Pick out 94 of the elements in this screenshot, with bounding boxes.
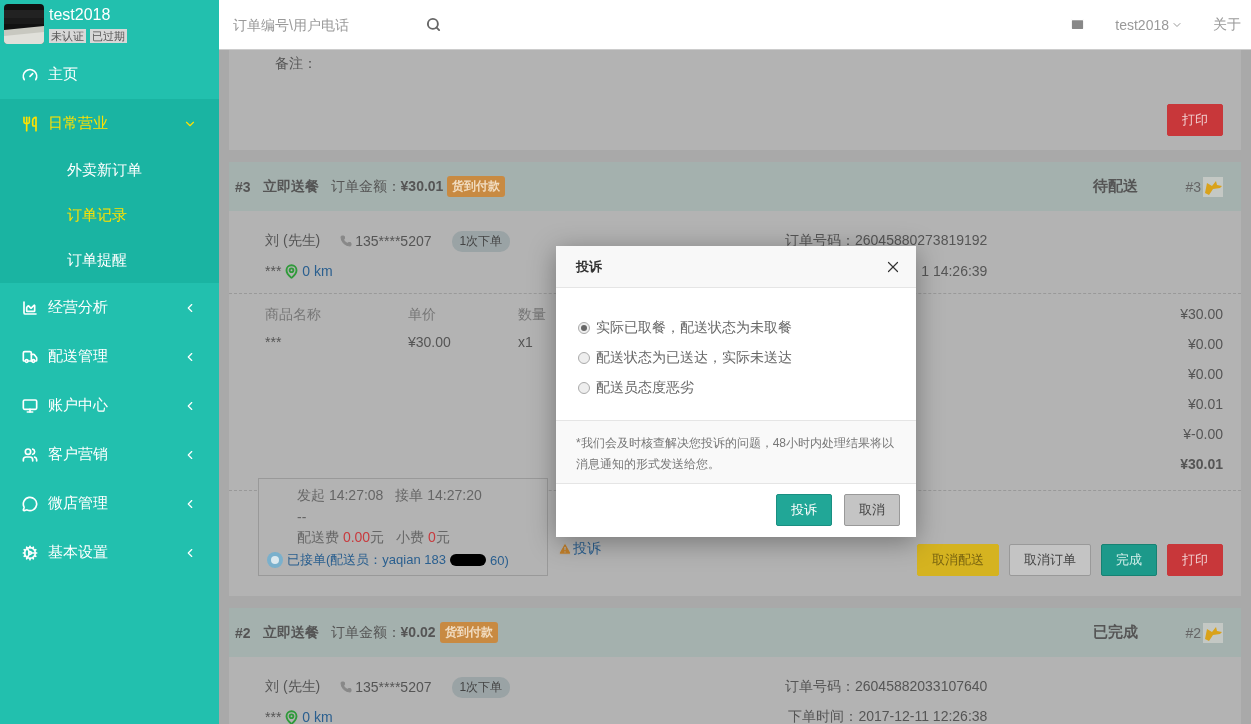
sidebar-item[interactable]: 日常营业 xyxy=(0,99,219,148)
order-type: 立即送餐 xyxy=(262,177,319,196)
location-pin-icon xyxy=(284,709,300,724)
utensils-icon xyxy=(22,115,38,132)
placeholder-dash: -- xyxy=(297,509,307,525)
accept-time: 接单 14:27:20 xyxy=(395,487,482,505)
print-button[interactable]: 打印 xyxy=(1167,104,1223,136)
fee-amount: ¥-0.00 xyxy=(1183,426,1223,444)
action-button[interactable]: 打印 xyxy=(1167,544,1223,576)
area-chart-icon xyxy=(22,299,38,316)
table-cell-text: x1 xyxy=(518,334,534,350)
sidebar-item[interactable]: 主页 xyxy=(0,50,219,99)
order-amount: 订单金额：¥30.01 xyxy=(330,177,444,196)
status-dot-icon xyxy=(267,552,283,568)
order-time-text: 下单时间：2017-12-11 12:26:38 xyxy=(788,708,988,724)
warning-icon xyxy=(558,542,572,556)
order-amount: 订单金额：¥0.02 xyxy=(330,623,436,642)
sequence-number: #2 xyxy=(1185,624,1201,641)
customer-name: 刘 (先生) xyxy=(265,232,321,250)
monitor-icon xyxy=(22,397,38,414)
start-time: 发起 14:27:08 xyxy=(297,487,384,505)
courier-status: 60) xyxy=(489,552,509,568)
column-header: 单价 xyxy=(408,306,437,324)
sidebar-item[interactable]: 账户中心 xyxy=(0,381,219,430)
status-badge: 已过期 xyxy=(90,29,127,43)
chat-icon xyxy=(22,495,38,512)
address-text: *** xyxy=(265,709,282,724)
about-link[interactable]: 关于 xyxy=(1213,15,1241,34)
address-text: *** xyxy=(265,263,282,279)
sidebar-item[interactable]: 经营分析 xyxy=(0,283,219,332)
order-number: #3 xyxy=(235,178,251,195)
action-button[interactable]: 取消订单 xyxy=(1009,544,1091,576)
phone-number: 135****5207 xyxy=(355,233,432,249)
fee-amount: ¥0.01 xyxy=(1187,396,1223,414)
dialog-title: 投诉 xyxy=(576,257,602,276)
order-count-tag: 1次下单 xyxy=(451,676,511,698)
note-label: 备注： xyxy=(275,55,318,73)
fee-amount: ¥30.00 xyxy=(1180,306,1223,324)
customer-name: 刘 (先生) xyxy=(265,678,321,696)
sidebar-subitem[interactable]: 订单记录 xyxy=(0,193,219,238)
sidebar-subitem[interactable]: 外卖新订单 xyxy=(0,148,219,193)
cancel-button[interactable]: 取消 xyxy=(844,494,900,526)
sequence-number: #3 xyxy=(1185,178,1201,195)
courier-status: 已接单(配送员：yaqian 183 xyxy=(287,551,446,569)
submit-button[interactable]: 投诉 xyxy=(776,494,832,526)
sidebar-item[interactable]: 基本设置 xyxy=(0,528,219,577)
sidebar-subitem[interactable]: 订单提醒 xyxy=(0,238,219,283)
distance-text: 0 km xyxy=(302,263,333,279)
profile-name: test2018 xyxy=(49,5,112,25)
payment-tag: 货到付款 xyxy=(447,176,506,197)
order-count-tag: 1次下单 xyxy=(451,230,511,252)
truck-icon xyxy=(22,348,38,365)
table-cell-text: *** xyxy=(265,334,283,350)
sidebar-item[interactable]: 客户营销 xyxy=(0,430,219,479)
distance-text: 0 km xyxy=(302,709,333,724)
action-button[interactable]: 完成 xyxy=(1101,544,1157,576)
payment-tag: 货到付款 xyxy=(439,622,498,643)
radio-option[interactable]: 配送状态为已送达，实际未送达 xyxy=(578,348,894,368)
tip-amount: 小费 0元 xyxy=(396,529,450,547)
order-type: 立即送餐 xyxy=(262,623,319,642)
radio-icon[interactable] xyxy=(578,322,590,334)
column-header: 商品名称 xyxy=(265,306,322,324)
location-pin-icon xyxy=(284,263,300,279)
dialog-note: *我们会及时核查解决您投诉的问题，48小时内处理结果将以消息通知的形式发送给您。 xyxy=(556,421,916,484)
order-number: #2 xyxy=(235,624,251,641)
action-button[interactable]: 取消配送 xyxy=(917,544,999,576)
phone-icon xyxy=(340,235,353,247)
column-header: 数量 xyxy=(518,306,547,324)
phone-number: 135****5207 xyxy=(355,679,432,695)
search-icon[interactable] xyxy=(426,17,441,32)
user-menu[interactable]: test2018 xyxy=(1115,16,1183,33)
cog-icon xyxy=(22,544,38,561)
radio-option[interactable]: 配送员态度恶劣 xyxy=(578,378,894,398)
sidebar-item[interactable]: 微店管理 xyxy=(0,479,219,528)
order-status: 待配送 xyxy=(1093,177,1140,196)
phone-icon xyxy=(340,681,353,693)
radio-icon[interactable] xyxy=(578,382,590,394)
redaction-mark xyxy=(449,554,486,566)
order-status: 已完成 xyxy=(1093,623,1140,642)
fee-amount: ¥0.00 xyxy=(1187,336,1223,354)
order-time-text: 1 14:26:39 xyxy=(921,263,988,279)
radio-option[interactable]: 实际已取餐，配送状态为未取餐 xyxy=(578,318,894,338)
sidebar-item[interactable]: 配送管理 xyxy=(0,332,219,381)
delivery-fee: 配送费 0.00元 xyxy=(297,529,385,547)
radio-icon[interactable] xyxy=(578,352,590,364)
order-number-text: 订单号码：26045880273819192 xyxy=(785,232,988,250)
fee-amount: ¥0.00 xyxy=(1187,366,1223,384)
users-icon xyxy=(22,446,38,463)
order-number-text: 订单号码：26045882033107640 xyxy=(785,678,988,696)
gauge-icon xyxy=(22,66,38,83)
table-cell-text: ¥30.00 xyxy=(408,334,452,350)
status-badge: 未认证 xyxy=(49,29,86,43)
fee-amount: ¥30.01 xyxy=(1180,456,1223,474)
complain-link[interactable]: 投诉 xyxy=(558,540,601,558)
